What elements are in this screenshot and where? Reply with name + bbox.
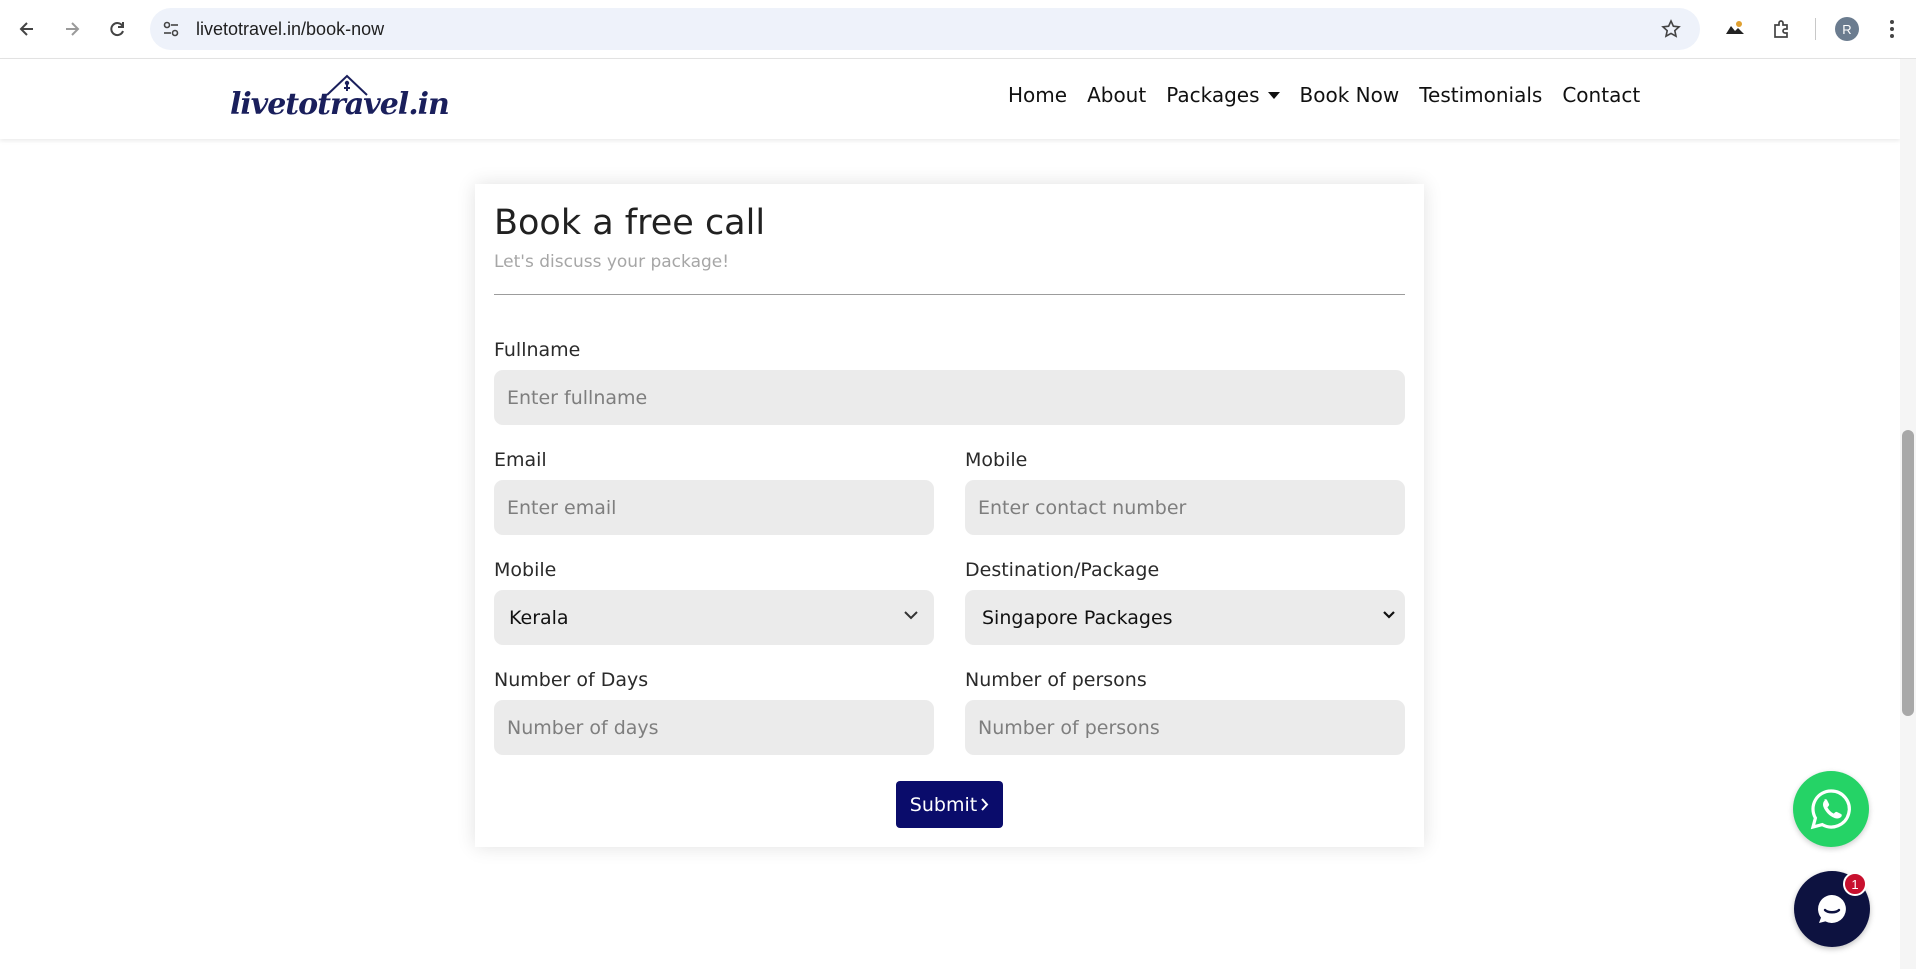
url-text: livetotravel.in/book-now: [196, 19, 385, 39]
nav-home-label: Home: [1008, 83, 1068, 107]
mobile-label: Mobile: [965, 449, 1028, 471]
whatsapp-button[interactable]: [1793, 771, 1869, 847]
reload-icon[interactable]: [102, 14, 132, 44]
destination-label: Destination/Package: [965, 559, 1160, 581]
nav-packages-label: Packages: [1166, 83, 1260, 107]
days-input[interactable]: [494, 700, 934, 755]
persons-label: Number of persons: [965, 669, 1147, 691]
menu-kebab-icon[interactable]: [1877, 14, 1907, 44]
nav-about[interactable]: About: [1087, 83, 1146, 107]
fullname-input[interactable]: [494, 370, 1405, 425]
persons-input[interactable]: [965, 700, 1405, 755]
chevron-down-icon: [1383, 611, 1395, 619]
destination-select[interactable]: Singapore Packages: [965, 590, 1405, 645]
nav-book-now[interactable]: Book Now: [1300, 83, 1400, 107]
profile-avatar[interactable]: R: [1835, 17, 1859, 41]
address-bar[interactable]: livetotravel.in/book-now: [150, 8, 1700, 50]
state-label: Mobile: [494, 559, 557, 581]
main-navigation: Home About Packages Book Now Testimonial…: [1008, 83, 1660, 107]
nav-packages-dropdown[interactable]: Packages: [1166, 83, 1280, 107]
email-input[interactable]: [494, 480, 934, 535]
scrollbar-thumb[interactable]: [1902, 430, 1914, 716]
bookmark-star-icon[interactable]: [1660, 18, 1682, 40]
state-select[interactable]: Kerala: [494, 590, 934, 645]
site-header: livetotravel.in Home About Packages Book…: [0, 59, 1900, 139]
email-label: Email: [494, 449, 547, 471]
form-subtitle: Let's discuss your package!: [494, 252, 730, 272]
form-title: Book a free call: [494, 203, 766, 243]
toolbar-separator: [1815, 18, 1816, 40]
submit-button[interactable]: Submit: [896, 781, 1003, 828]
nav-contact[interactable]: Contact: [1562, 83, 1640, 107]
back-icon[interactable]: [12, 14, 42, 44]
destination-select-value: Singapore Packages: [982, 606, 1173, 629]
submit-label: Submit: [909, 793, 978, 816]
chevron-right-icon: [981, 798, 989, 811]
nav-contact-label: Contact: [1562, 83, 1641, 107]
site-info-icon[interactable]: [160, 18, 182, 40]
days-label: Number of Days: [494, 669, 649, 691]
nav-book-now-label: Book Now: [1299, 83, 1400, 107]
extensions-puzzle-icon[interactable]: [1766, 14, 1796, 44]
site-logo[interactable]: livetotravel.in: [230, 73, 450, 125]
nav-testimonials[interactable]: Testimonials: [1419, 83, 1542, 107]
nav-testimonials-label: Testimonials: [1419, 83, 1543, 107]
chevron-down-icon: [904, 611, 918, 620]
form-divider: [494, 294, 1405, 295]
logo-text: livetotravel.in: [230, 87, 450, 122]
state-select-value: Kerala: [509, 606, 569, 629]
nav-home[interactable]: Home: [1008, 83, 1067, 107]
forward-icon[interactable]: [57, 14, 87, 44]
mobile-input[interactable]: [965, 480, 1405, 535]
caret-down-icon: [1267, 91, 1280, 99]
browser-toolbar: livetotravel.in/book-now R: [0, 0, 1916, 59]
nav-about-label: About: [1087, 83, 1147, 107]
chat-bubble-icon: [1818, 895, 1846, 923]
whatsapp-icon: [1810, 789, 1851, 830]
extension-icon[interactable]: [1720, 14, 1750, 44]
booking-form-card: Book a free call Let's discuss your pack…: [475, 184, 1424, 847]
fullname-label: Fullname: [494, 339, 581, 361]
chat-notification-badge: 1: [1843, 872, 1867, 896]
